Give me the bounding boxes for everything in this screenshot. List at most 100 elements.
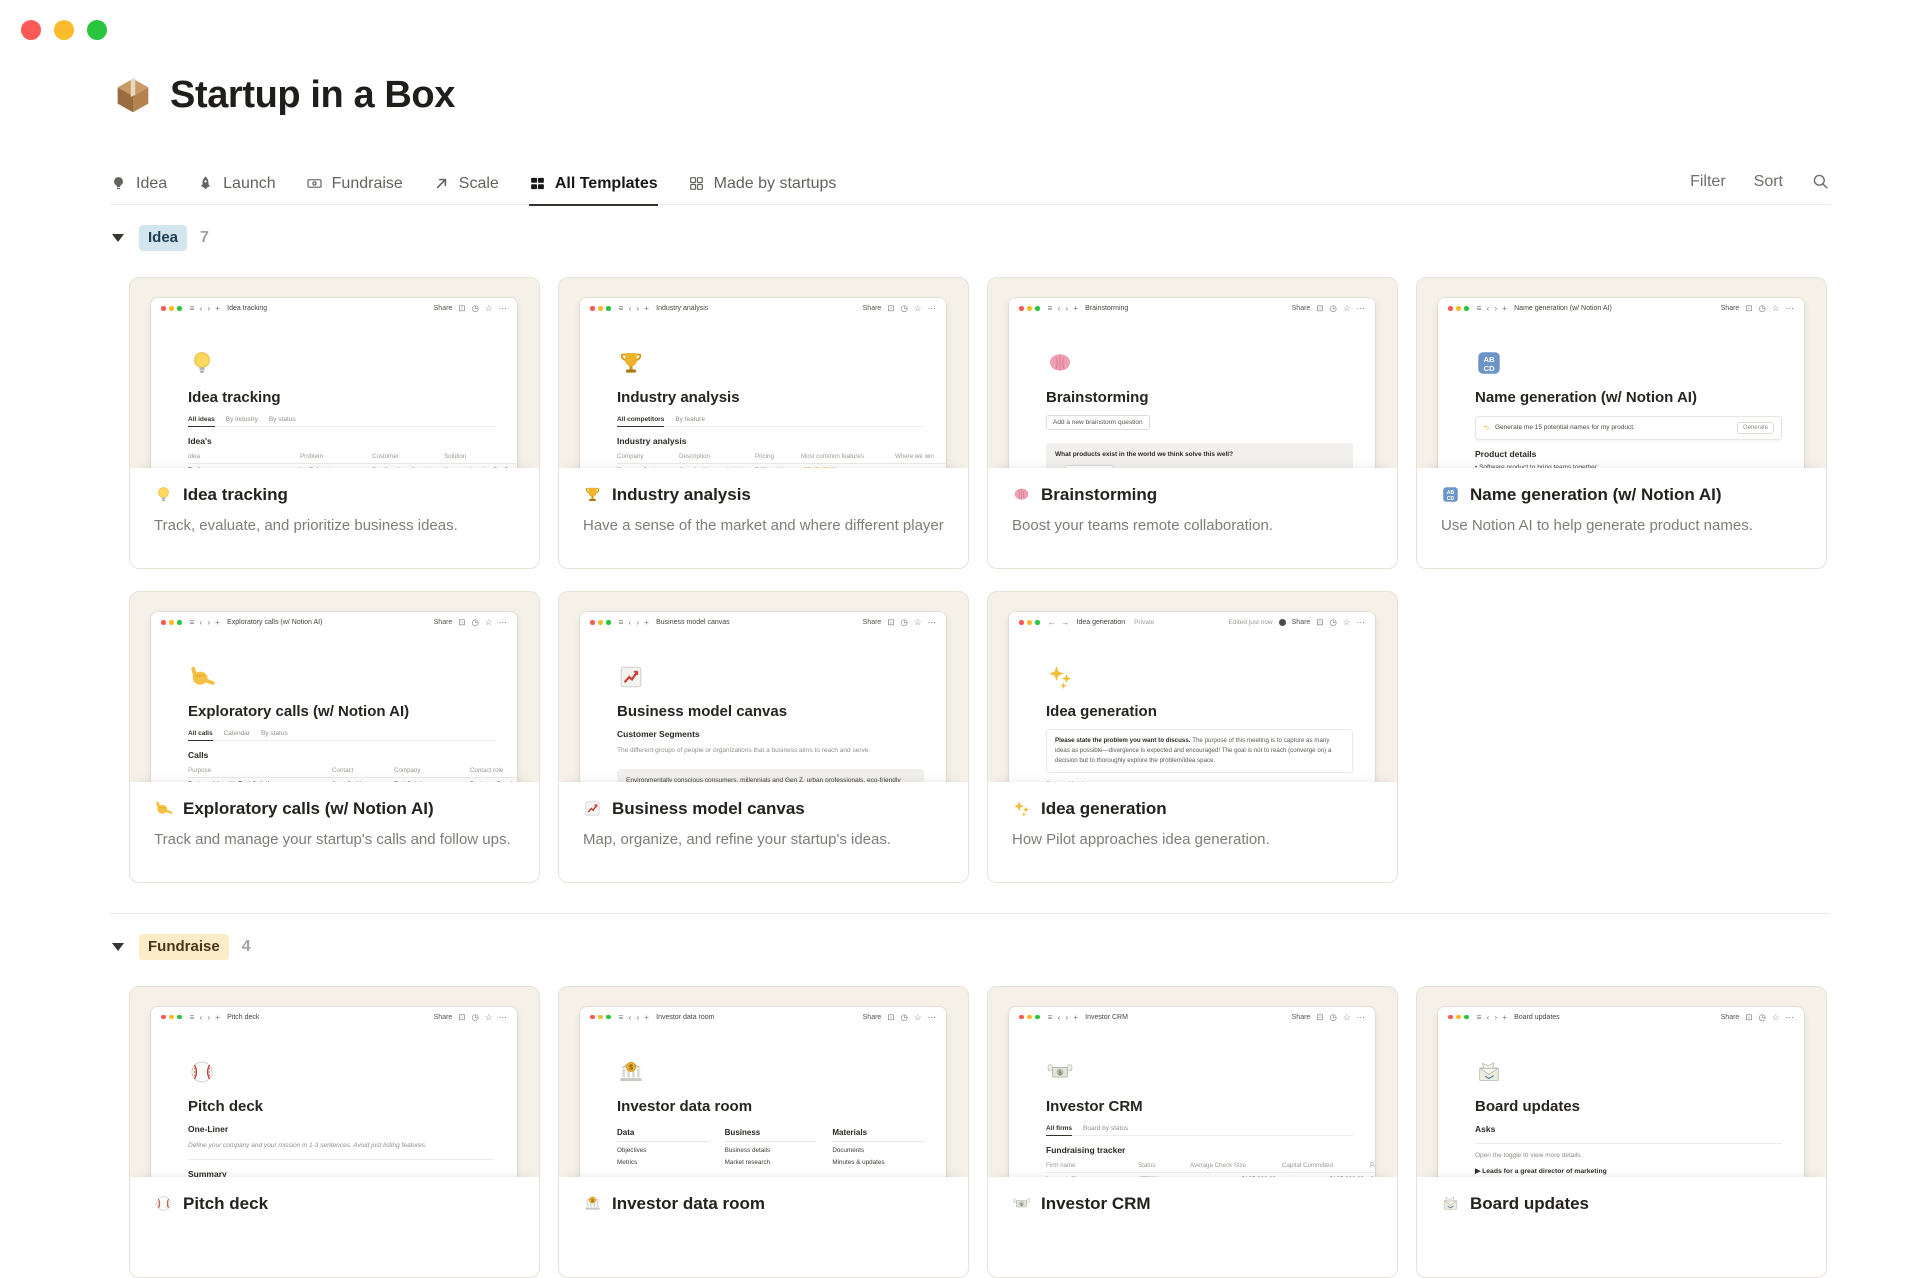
- minimize-button[interactable]: [54, 20, 74, 40]
- preview-titlebar-actions: Share ⊡ ◷ ☆ ⋯: [1292, 1013, 1365, 1022]
- preview-titlebar: ≡ ‹ › + Board updates Share ⊡ ◷ ☆ ⋯: [1438, 1007, 1804, 1028]
- preview-heading: Idea's: [188, 435, 212, 446]
- preview-content: $ Investor data room Data Objectives Metrics…: [580, 1058, 946, 1166]
- card-description: Boost your teams remote collaboration.: [1012, 516, 1273, 534]
- chevron-left-icon: ‹: [1057, 1011, 1061, 1022]
- card-description: Map, organize, and refine your startup's…: [583, 830, 892, 848]
- money-with-wings-icon: $: [1046, 1058, 1353, 1086]
- updates-icon: ◷: [1329, 303, 1337, 313]
- preview-view-tab: By industry: [225, 415, 258, 423]
- lightbulb-mono-icon: [110, 175, 127, 192]
- filter-button[interactable]: Filter: [1690, 173, 1726, 191]
- section-toggle[interactable]: [110, 942, 126, 951]
- table-header: Company Description Pricing Most common fea…: [617, 451, 946, 464]
- preview-page-title: Idea tracking: [227, 304, 268, 312]
- preview-view-tabs: All competitors By feature: [617, 416, 924, 427]
- preview-title: Business model canvas: [617, 702, 788, 720]
- card-footer: Exploratory calls (w/ Notion AI) Track an…: [130, 781, 539, 882]
- template-card-pitch-deck[interactable]: ≡ ‹ › + Pitch deck Share ⊡ ◷ ☆ ⋯ Pitch deck One-Lin…: [129, 985, 540, 1278]
- tab-launch[interactable]: Launch: [197, 175, 276, 206]
- template-card-industry-analysis[interactable]: ≡ ‹ › + Industry analysis Share ⊡ ◷ ☆ ⋯ Industry a…: [558, 276, 969, 569]
- trophy-icon: [617, 349, 924, 377]
- column-header: Description: [679, 451, 755, 464]
- section-toggle[interactable]: [110, 233, 126, 242]
- template-card-board-updates[interactable]: ≡ ‹ › + Board updates Share ⊡ ◷ ☆ ⋯ Board updates A…: [1416, 985, 1827, 1278]
- plus-icon: +: [215, 303, 221, 313]
- preview-titlebar-actions: Share ⊡ ◷ ☆ ⋯: [1292, 304, 1365, 313]
- preview-content: Exploratory calls (w/ Notion AI) All call…: [151, 663, 517, 794]
- chevron-left-icon: ‹: [628, 1011, 632, 1022]
- preview-ai-input: Generate me 15 potential names for my pr…: [1475, 415, 1782, 440]
- traffic-lights-mini: [1019, 1014, 1040, 1020]
- updates-icon: ◷: [1758, 1011, 1766, 1022]
- preview-view-tabs: All ideas By industry By status: [188, 416, 495, 427]
- preview-titlebar-actions: Share ⊡ ◷ ☆ ⋯: [863, 304, 936, 313]
- star-icon: ☆: [1342, 617, 1351, 627]
- card-title-row: Idea generation: [1012, 799, 1373, 819]
- template-card-brainstorming[interactable]: ≡ ‹ › + Brainstorming Share ⊡ ◷ ☆ ⋯ Brainstorming A…: [987, 276, 1398, 569]
- preview-heading: One-Liner: [188, 1123, 229, 1134]
- updates-icon: ◷: [900, 303, 908, 313]
- preview-view-tab: Board by status: [1083, 1124, 1129, 1132]
- card-title-row: Business model canvas: [583, 799, 944, 819]
- card-title: Investor data room: [612, 1193, 766, 1213]
- preview-column: Business Business details Market research: [724, 1128, 817, 1166]
- chevron-left-icon: ‹: [1057, 303, 1061, 313]
- hamburger-icon: ≡: [1047, 1011, 1053, 1022]
- preview-view-tab: All competitors: [617, 416, 665, 427]
- traffic-lights-mini: [161, 1014, 182, 1020]
- template-sections: Idea 7 ≡ ‹ › + Idea tracking Share ⊡ ◷ ☆ ⋯ Idea trac…: [110, 225, 1830, 1278]
- preview-page-title: Business model canvas: [656, 618, 730, 626]
- preview-view-tab: All ideas: [188, 416, 215, 427]
- preview-titlebar-actions: Share ⊡ ◷ ☆ ⋯: [1721, 1013, 1794, 1022]
- baseball-icon: [154, 1194, 173, 1213]
- card-title-row: Board updates: [1441, 1194, 1802, 1214]
- package-icon: [110, 72, 156, 118]
- updates-icon: ◷: [471, 617, 479, 627]
- star-icon: ☆: [913, 617, 922, 627]
- preview-titlebar-actions: Share ⊡ ◷ ☆ ⋯: [1721, 304, 1794, 313]
- preview-heading: Fundraising tracker: [1046, 1144, 1126, 1155]
- close-button[interactable]: [21, 20, 41, 40]
- tab-scale[interactable]: Scale: [433, 175, 499, 206]
- share-label: Share: [433, 304, 453, 312]
- column-header: Company: [617, 451, 679, 464]
- template-card-investor-data-room[interactable]: ≡ ‹ › + Investor data room Share ⊡ ◷ ☆ ⋯ $ Investor…: [558, 985, 969, 1278]
- comments-icon: ⊡: [887, 303, 895, 313]
- sort-button[interactable]: Sort: [1754, 173, 1783, 191]
- traffic-lights-mini: [1448, 1014, 1469, 1020]
- chevron-right-icon: ›: [1494, 303, 1498, 313]
- grid-outline-icon: [688, 175, 705, 192]
- star-icon: ☆: [1342, 1011, 1351, 1022]
- tab-fundraise[interactable]: Fundraise: [306, 175, 403, 206]
- template-card-business-model-canvas[interactable]: ≡ ‹ › + Business model canvas Share ⊡ ◷ ☆ ⋯ Busine…: [558, 590, 969, 883]
- preview-title: Idea tracking: [188, 388, 281, 406]
- template-card-idea-generation[interactable]: ← → Idea generation Private Edited just now S…: [987, 590, 1398, 883]
- preview-page-title: Investor data room: [656, 1013, 715, 1021]
- column-header: Where we win: [895, 451, 946, 464]
- template-card-investor-crm[interactable]: ≡ ‹ › + Investor CRM Share ⊡ ◷ ☆ ⋯ $ Investor CRM Al…: [987, 985, 1398, 1278]
- share-label: Share: [1291, 1013, 1311, 1021]
- card-description: How Pilot approaches idea generation.: [1012, 830, 1270, 848]
- chevron-left-icon: ‹: [199, 1011, 203, 1022]
- page: Startup in a Box Idea Launch Fundraise Scal…: [110, 72, 1830, 1278]
- chevron-left-icon: ‹: [628, 617, 632, 627]
- chevron-right-icon: ›: [207, 1011, 211, 1022]
- tab-made-by-startups[interactable]: Made by startups: [688, 175, 836, 206]
- more-icon: ⋯: [1785, 303, 1795, 313]
- zoom-button[interactable]: [87, 20, 107, 40]
- template-card-exploratory-calls-w-notion-ai[interactable]: ≡ ‹ › + Exploratory calls (w/ Notion AI) Shar…: [129, 590, 540, 883]
- template-card-idea-tracking[interactable]: ≡ ‹ › + Idea tracking Share ⊡ ◷ ☆ ⋯ Idea tracking A…: [129, 276, 540, 569]
- privacy-label: Private: [1134, 618, 1155, 626]
- section-count: 7: [200, 228, 209, 246]
- tab-idea[interactable]: Idea: [110, 175, 167, 206]
- updates-icon: ◷: [1758, 303, 1766, 313]
- column-item: Minutes & updates: [832, 1158, 885, 1166]
- tab-all-templates[interactable]: All Templates: [528, 175, 658, 206]
- preview-titlebar-actions: Share ⊡ ◷ ☆ ⋯: [863, 618, 936, 627]
- preview-title: Investor CRM: [1046, 1097, 1143, 1115]
- search-icon[interactable]: [1811, 172, 1830, 191]
- card-footer: Brainstorming Boost your teams remote col…: [988, 467, 1397, 568]
- template-card-name-generation-w-notion-ai[interactable]: ≡ ‹ › + Name generation (w/ Notion AI) Share ⊡…: [1416, 276, 1827, 569]
- card-footer: Industry analysis Have a sense of the mar…: [559, 467, 968, 568]
